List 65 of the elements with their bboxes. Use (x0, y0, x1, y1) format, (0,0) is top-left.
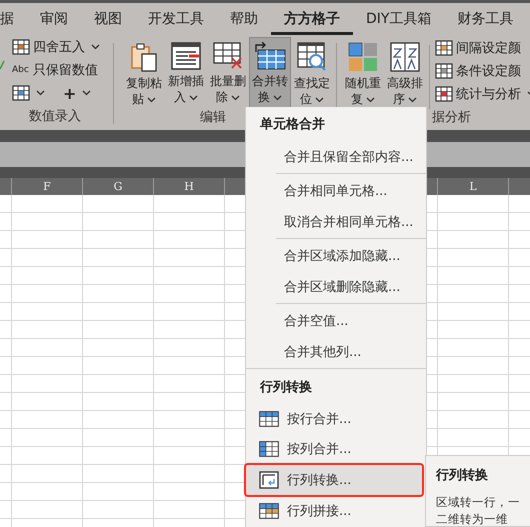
ribbon-button[interactable]: 合并转换 (249, 37, 291, 109)
tooltip-text: 区域转一行，一 (436, 495, 521, 510)
plus-button[interactable]: + (63, 83, 92, 103)
menu-heading: 单元格合并 (259, 116, 326, 134)
group-label: 编辑 (200, 109, 227, 127)
menu-item[interactable]: 行列拼接... (246, 496, 426, 526)
table-delete-icon (213, 42, 243, 70)
menu-item[interactable]: 合并区域添加隐藏... (246, 240, 426, 271)
menu-item[interactable]: 合并其他列... (246, 336, 426, 367)
ribbon-button[interactable]: 条件设定颜 (435, 61, 530, 81)
ribbon-tab[interactable]: 据 (0, 3, 27, 35)
ribbon-tab[interactable]: 视图 (81, 3, 135, 35)
menu-item[interactable]: 合并区域删除隐藏... (246, 271, 426, 302)
group-label: 数值录入 (29, 108, 81, 126)
ribbon-button[interactable]: 统计与分析 (435, 84, 530, 104)
menu-item[interactable]: 合并且保留全部内容... (246, 141, 426, 172)
ribbon-tab[interactable]: 开发工具 (135, 3, 217, 35)
ribbon-button[interactable]: 随机重复 (342, 37, 384, 109)
menu-heading: 行列转换 (258, 379, 313, 397)
table-icon (435, 86, 453, 102)
ribbon-button[interactable]: 查找定位 (291, 37, 333, 109)
ribbon-tab[interactable]: DIY工具箱 (353, 3, 444, 35)
table-column-icon (259, 441, 279, 457)
table-icon (12, 85, 30, 101)
chevron-down-icon (366, 97, 375, 103)
color-squares-icon (348, 42, 378, 72)
ribbon-button[interactable]: Abc 只保留数值 (12, 60, 100, 80)
ribbon-button[interactable]: 复制粘贴 (123, 37, 165, 109)
menu-item[interactable]: 合并相同单元格... (246, 175, 426, 206)
table-icon (435, 40, 453, 56)
ribbon-button[interactable]: 批量删除 (207, 37, 249, 109)
table-icon (435, 63, 453, 79)
table-merge-icon (254, 42, 286, 70)
ribbon-tab[interactable]: 财务工具 (444, 3, 526, 35)
chevron-down-icon (315, 97, 324, 103)
ribbon-tab[interactable]: 审阅 (27, 3, 81, 35)
text-lines-icon (171, 42, 201, 70)
table-search-icon (297, 42, 327, 72)
table-transpose-icon (259, 471, 279, 489)
ribbon-button[interactable]: 间隔设定颜 (435, 38, 530, 58)
ribbon-tab[interactable]: 方方格子 (271, 3, 353, 35)
sort-az-icon (390, 42, 420, 72)
ribbon-button[interactable]: 四舍五入 (12, 37, 100, 57)
chevron-down-icon (408, 97, 417, 103)
ribbon-tab[interactable]: 帮助 (217, 3, 271, 35)
chevron-down-icon (231, 95, 240, 101)
chevron-down-icon (273, 95, 282, 101)
menu-item[interactable]: 取消合并相同单元格... (246, 206, 426, 237)
menu-item[interactable]: 行列转换... (246, 465, 422, 495)
ribbon-button[interactable]: 高级排序 (384, 37, 426, 109)
table-row-icon (259, 411, 279, 427)
menu-item[interactable]: 按行合并... (246, 404, 426, 434)
ribbon-button[interactable]: 新增插入 (165, 37, 207, 109)
check-icon (0, 59, 5, 71)
edit-table-button[interactable] (12, 83, 45, 103)
table-join-icon (259, 503, 279, 519)
chevron-down-icon (147, 97, 156, 103)
menu-item[interactable]: 按列合并... (246, 434, 426, 464)
menu-item[interactable]: 合并空值... (246, 305, 426, 336)
table-icon (12, 39, 30, 55)
tooltip-title: 行列转换 (436, 467, 489, 484)
group-label: 据分析 (431, 109, 471, 127)
chevron-down-icon (189, 95, 198, 101)
tooltip-text: 二维转为一维 (436, 512, 509, 527)
clipboard-icon (129, 42, 159, 72)
